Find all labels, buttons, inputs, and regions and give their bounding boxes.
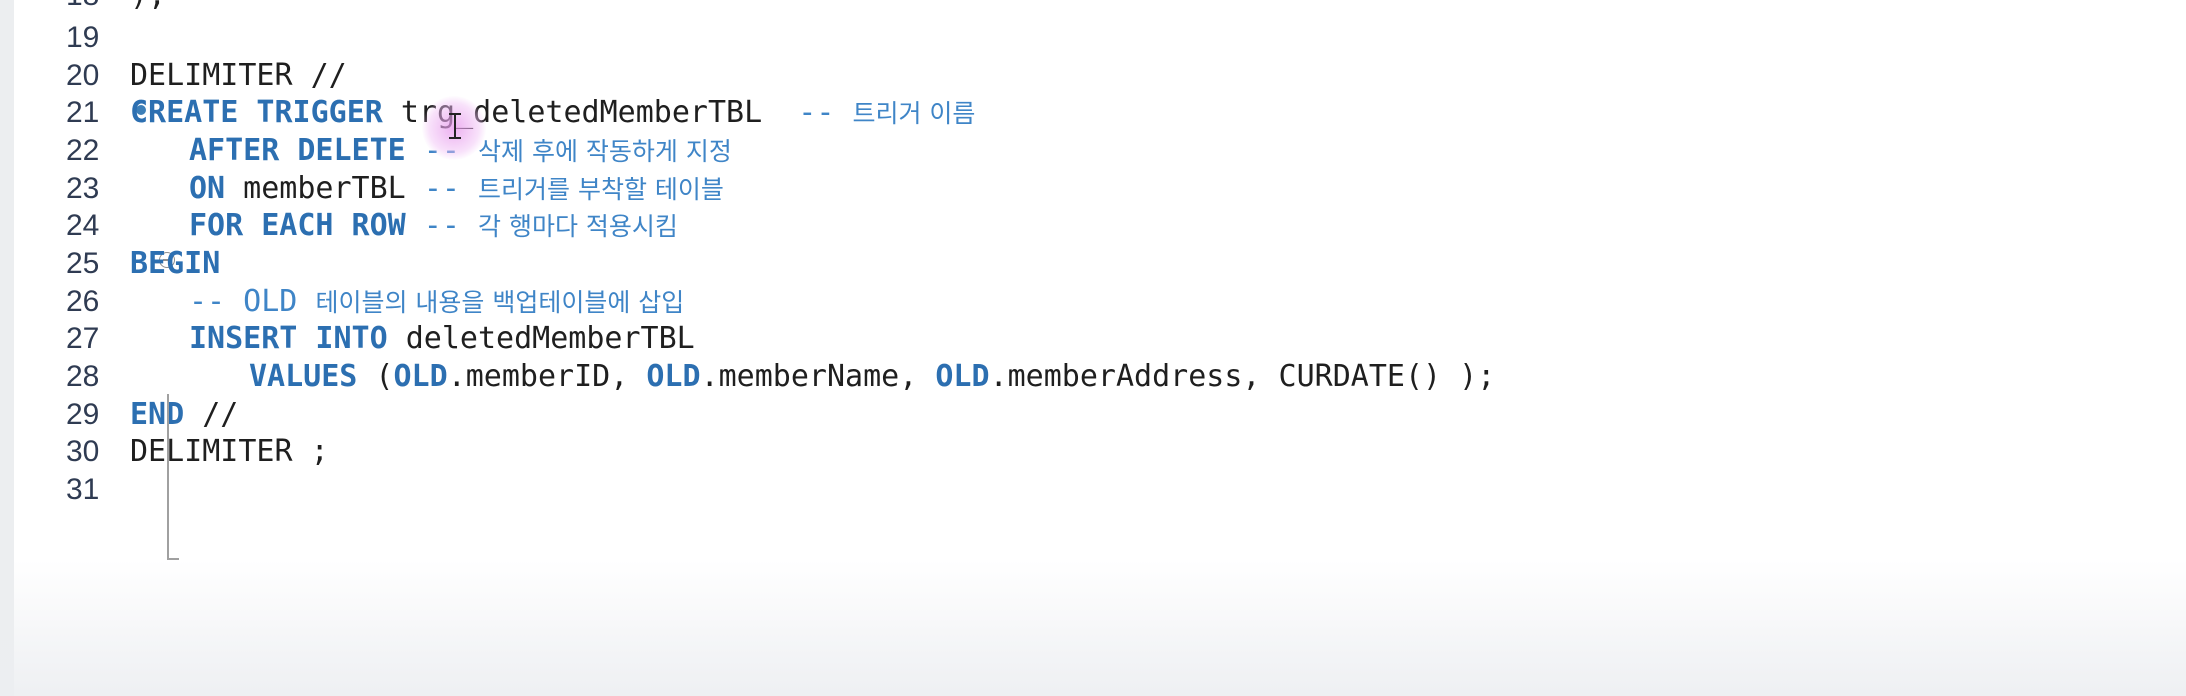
comment-text: 각 행마다 적용시킴 [478, 212, 678, 241]
line-number: 31 [66, 473, 100, 506]
fold-guide-line [167, 394, 169, 560]
editor-left-margin [0, 0, 14, 696]
fold-guide-end [167, 558, 179, 560]
comment-text: 트리거 이름 [852, 99, 976, 128]
code-line-31[interactable]: 31 [14, 464, 2174, 516]
comment-text: 삭제 후에 작동하게 지정 [478, 137, 732, 166]
text-cursor-icon [449, 113, 461, 139]
code-editor[interactable]: 18 ); 19 20 DELIMITER // 21 CREATE TRIGG… [14, 0, 2186, 696]
